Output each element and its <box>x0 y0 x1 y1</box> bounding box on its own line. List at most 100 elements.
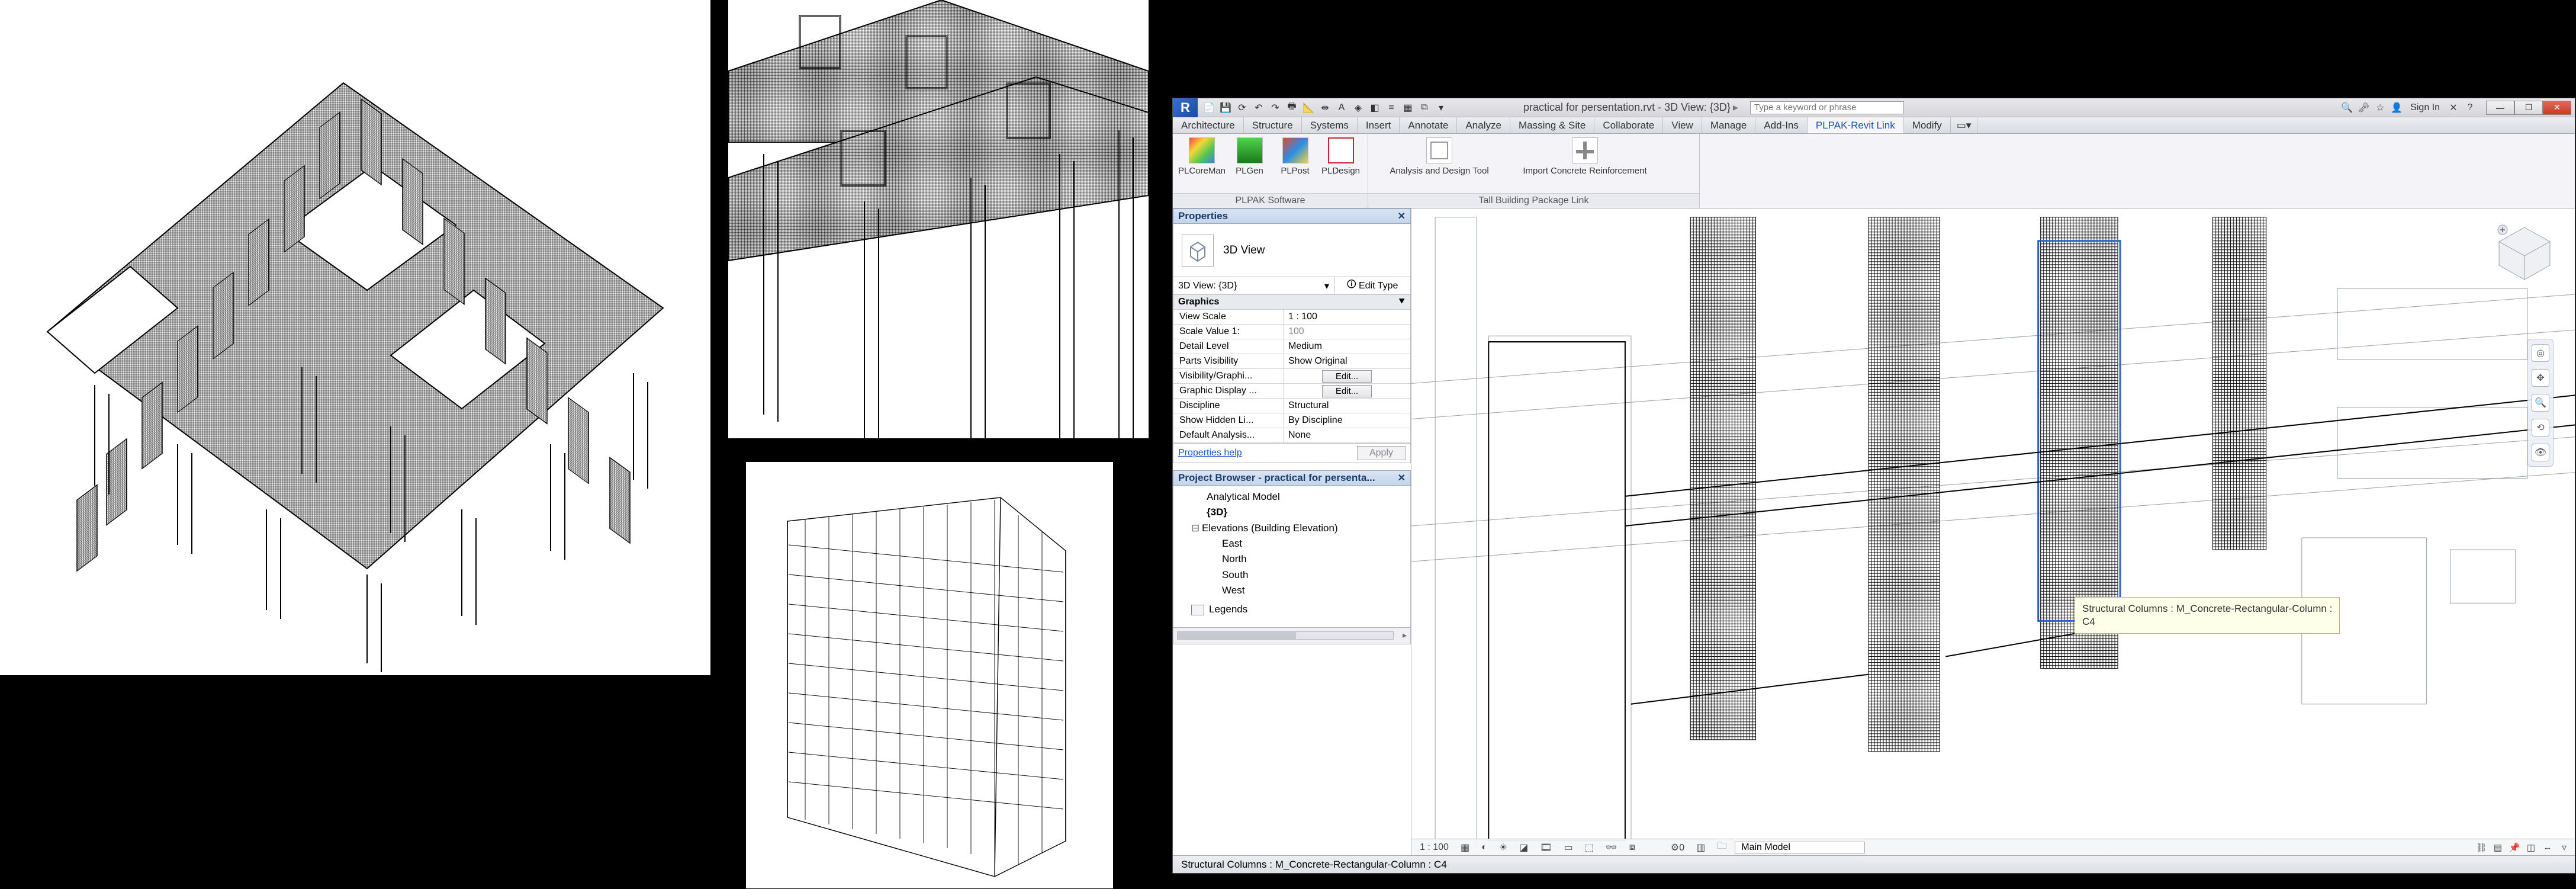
design-option-icon[interactable]: 🗀 <box>1713 839 1730 855</box>
project-browser: Project Browser - practical for persenta… <box>1173 470 1411 644</box>
switch-window-icon[interactable]: ⧉ <box>1418 101 1431 114</box>
customize-dd-icon[interactable]: ▾ <box>1435 101 1448 114</box>
zoom-icon[interactable]: 🔍 <box>2532 394 2549 412</box>
tab-structure[interactable]: Structure <box>1244 117 1302 133</box>
prop-group-graphics[interactable]: Graphics⯆ <box>1173 295 1410 310</box>
browser-header[interactable]: Project Browser - practical for persenta… <box>1173 470 1411 486</box>
select-underlay-icon[interactable]: ▤ <box>2492 842 2504 853</box>
browser-close-icon[interactable]: ✕ <box>1398 472 1406 484</box>
tab-analyze[interactable]: Analyze <box>1457 117 1510 133</box>
browser-scrollbar[interactable]: ▸ <box>1173 628 1411 644</box>
properties-help-link[interactable]: Properties help <box>1178 448 1242 458</box>
measure-icon[interactable]: 📐 <box>1302 101 1315 114</box>
help-icon[interactable]: ? <box>2464 101 2477 114</box>
prop-row: Visibility/Graphi...Edit... <box>1173 369 1410 384</box>
properties-type-selector[interactable]: 3D View <box>1173 224 1411 277</box>
filter-icon[interactable]: ▿ <box>2558 842 2570 853</box>
edit-type-label: Edit Type <box>1359 281 1398 291</box>
tab-architecture[interactable]: Architecture <box>1173 117 1244 133</box>
plpost-button[interactable]: PLPost <box>1274 137 1316 176</box>
maximize-button[interactable]: ☐ <box>2514 101 2543 115</box>
tab-modify[interactable]: Modify <box>1904 117 1951 133</box>
text-icon[interactable]: A <box>1335 101 1348 114</box>
tab-view[interactable]: View <box>1663 117 1702 133</box>
document-title: practical for persentation.rvt - 3D View… <box>1523 101 1731 114</box>
view-scale[interactable]: 1 : 100 <box>1416 842 1452 853</box>
plcoreman-button[interactable]: PLCoreMan <box>1179 137 1225 176</box>
render-icon[interactable]: 🎞 <box>1536 842 1555 853</box>
pan-icon[interactable]: ✥ <box>2532 369 2549 387</box>
legends-icon <box>1191 605 1204 615</box>
print-icon[interactable]: 🖶 <box>1285 101 1298 114</box>
pldesign-button[interactable]: PLDesign <box>1320 137 1362 176</box>
collapse-icon[interactable]: ⊟ <box>1191 521 1199 536</box>
drag-elements-icon[interactable]: ↔ <box>2542 842 2554 853</box>
tab-addins[interactable]: Add-Ins <box>1755 117 1808 133</box>
filter-off-icon[interactable]: ⚙0 <box>1667 842 1688 853</box>
star-icon[interactable]: ☆ <box>2374 101 2387 114</box>
dimension-icon[interactable]: ⇹ <box>1318 101 1332 114</box>
redo-icon[interactable]: ↷ <box>1269 101 1282 114</box>
exchange-icon[interactable]: ✕ <box>2447 101 2460 114</box>
worksets-icon[interactable]: ▥ <box>1693 842 1709 853</box>
select-face-icon[interactable]: ◫ <box>2525 842 2537 853</box>
tab-systems[interactable]: Systems <box>1302 117 1358 133</box>
browser-tree[interactable]: Analytical Model {3D} ⊟Elevations (Build… <box>1173 486 1411 628</box>
view-cube[interactable] <box>2492 220 2557 288</box>
pldesign-icon <box>1328 137 1354 163</box>
tab-insert[interactable]: Insert <box>1358 117 1400 133</box>
view-type-icon <box>1182 235 1214 267</box>
ribbon-tabs: Architecture Structure Systems Insert An… <box>1173 117 2575 134</box>
help-search-input[interactable] <box>1750 101 1904 114</box>
sync-icon[interactable]: ⟳ <box>1236 101 1249 114</box>
properties-close-icon[interactable]: ✕ <box>1398 210 1406 222</box>
apply-button[interactable]: Apply <box>1357 446 1406 460</box>
instance-selector[interactable]: 3D View: {3D}▾ <box>1173 277 1334 294</box>
illustration-panel-reinforced-columns <box>728 0 1149 438</box>
minimize-button[interactable]: — <box>2486 101 2514 115</box>
sunpath-icon[interactable]: ☀ <box>1496 842 1511 853</box>
detail-level-icon[interactable]: ▦ <box>1457 842 1473 853</box>
unhide-icon[interactable]: 👓 <box>1602 842 1621 853</box>
tab-plpak[interactable]: PLPAK-Revit Link <box>1808 117 1904 133</box>
search-icon[interactable]: 🔍 <box>2340 101 2353 114</box>
analysis-design-button[interactable]: Analysis and Design Tool <box>1374 137 1504 176</box>
crop-icon[interactable]: ▭ <box>1561 842 1577 853</box>
signin-button[interactable]: Sign In <box>2407 102 2443 113</box>
open-icon[interactable]: 📄 <box>1202 101 1215 114</box>
plgen-button[interactable]: PLGen <box>1228 137 1271 176</box>
tab-massing[interactable]: Massing & Site <box>1510 117 1594 133</box>
design-option-selector[interactable]: Main Model <box>1735 842 1865 853</box>
import-reinf-button[interactable]: Import Concrete Reinforcement <box>1508 137 1662 176</box>
tab-annotate[interactable]: Annotate <box>1400 117 1457 133</box>
lookaround-icon[interactable]: 👁 <box>2532 444 2549 461</box>
plpost-icon <box>1282 137 1308 163</box>
close-button[interactable]: ✕ <box>2543 101 2571 115</box>
app-menu-button[interactable]: R <box>1173 98 1198 117</box>
select-links-icon[interactable]: ⛓ <box>2475 842 2487 853</box>
tab-manage[interactable]: Manage <box>1702 117 1755 133</box>
gd-edit-button[interactable]: Edit... <box>1322 385 1372 397</box>
steering-wheel-icon[interactable]: ◎ <box>2532 344 2549 362</box>
section-icon[interactable]: ◧ <box>1368 101 1381 114</box>
undo-icon[interactable]: ↶ <box>1252 101 1265 114</box>
3d-icon[interactable]: ◈ <box>1352 101 1365 114</box>
tab-collaborate[interactable]: Collaborate <box>1594 117 1663 133</box>
revit-window: R 📄 💾 ⟳ ↶ ↷ 🖶 📐 ⇹ A ◈ ◧ ≡ ▦ ⧉ ▾ practica… <box>1172 98 2575 874</box>
select-pinned-icon[interactable]: 📌 <box>2509 842 2520 853</box>
visual-style-icon[interactable]: ◐ <box>1478 842 1491 853</box>
close-hidden-icon[interactable]: ▦ <box>1401 101 1414 114</box>
analysis-icon <box>1426 137 1452 163</box>
reveal-icon[interactable]: ⧈ <box>1626 842 1639 853</box>
properties-header[interactable]: Properties ✕ <box>1173 208 1411 224</box>
keys-icon[interactable]: 🗝 <box>2357 101 2370 114</box>
shadows-icon[interactable]: ◪ <box>1516 842 1532 853</box>
orbit-icon[interactable]: ⟲ <box>2532 419 2549 437</box>
crop-show-icon[interactable]: ⬚ <box>1581 842 1597 853</box>
thin-lines-icon[interactable]: ≡ <box>1385 101 1398 114</box>
save-icon[interactable]: 💾 <box>1219 101 1232 114</box>
tab-contextual-icon[interactable]: ▭▾ <box>1951 117 1978 133</box>
3d-viewport[interactable]: Structural Columns : M_Concrete-Rectangu… <box>1411 208 2575 855</box>
edit-type-button[interactable]: 🛈Edit Type <box>1334 277 1410 294</box>
vg-edit-button[interactable]: Edit... <box>1322 370 1372 383</box>
